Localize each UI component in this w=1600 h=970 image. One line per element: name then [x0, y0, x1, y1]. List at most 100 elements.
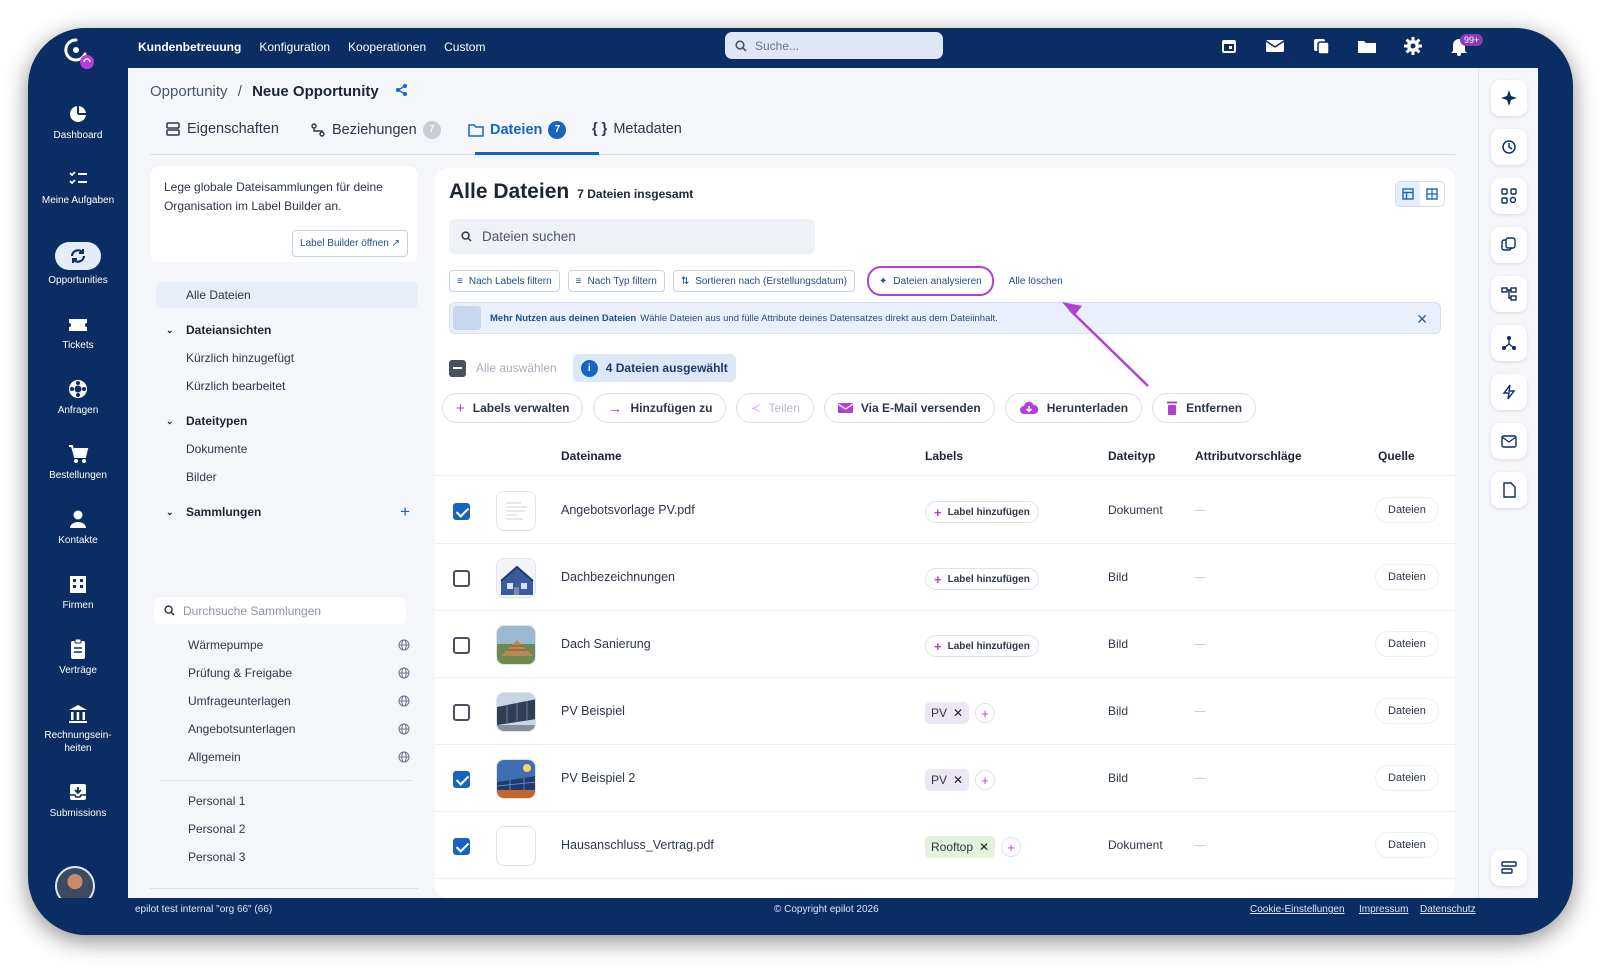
lightning-icon[interactable]: [1491, 374, 1527, 410]
column-header[interactable]: Quelle: [1378, 449, 1415, 463]
filter-by-labels-button[interactable]: ≡ Nach Labels filtern: [449, 270, 560, 292]
table-view-icon[interactable]: [1396, 182, 1420, 206]
tab-eigenschaften[interactable]: Eigenschaften: [165, 121, 279, 137]
collection-item[interactable]: Umfrageunterlagen: [156, 688, 418, 714]
history-icon[interactable]: [1491, 129, 1527, 165]
tree-item-view[interactable]: Kürzlich bearbeitet: [156, 373, 418, 399]
label-builder-button[interactable]: Label Builder öffnen ↗: [292, 230, 408, 257]
collection-item[interactable]: Wärmepumpe: [156, 632, 418, 658]
sort-button[interactable]: ⇅ Sortieren nach (Erstellungsdatum): [672, 270, 855, 292]
topnav-konfiguration[interactable]: Konfiguration: [259, 40, 330, 54]
file-name[interactable]: Angebotsvorlage PV.pdf: [561, 503, 695, 517]
row-checkbox[interactable]: [453, 704, 470, 721]
cookie-settings-link[interactable]: Cookie-Einstellungen: [1250, 904, 1345, 915]
tab-beziehungen[interactable]: Beziehungen 7: [310, 121, 441, 139]
personal-collection-item[interactable]: Personal 1: [156, 788, 418, 814]
nav-opportunities[interactable]: Opportunities: [28, 242, 128, 287]
add-label-button[interactable]: + Label hinzufügen: [925, 635, 1039, 657]
share-icon[interactable]: [395, 83, 409, 97]
network-icon[interactable]: [1491, 325, 1527, 361]
filter-by-type-button[interactable]: ≡ Nach Typ filtern: [567, 270, 665, 292]
download-button[interactable]: Herunterladen: [1004, 393, 1143, 423]
add-label-icon[interactable]: +: [975, 770, 996, 790]
clear-all-button[interactable]: Alle löschen: [1001, 270, 1070, 292]
row-checkbox[interactable]: [453, 570, 470, 587]
add-label-icon[interactable]: +: [975, 703, 996, 723]
nav-submissions[interactable]: Submissions: [28, 781, 128, 820]
tree-item-view[interactable]: Kürzlich hinzugefügt: [156, 345, 418, 371]
add-label-icon[interactable]: +: [1001, 837, 1022, 857]
personal-collection-item[interactable]: Personal 3: [156, 844, 418, 870]
remove-label-icon[interactable]: ✕: [979, 840, 989, 854]
epilot-logo-icon[interactable]: [62, 36, 96, 70]
mail-icon[interactable]: [1491, 423, 1527, 459]
nav-vertraege[interactable]: Verträge: [28, 638, 128, 677]
collections-search-input[interactable]: Durchsuche Sammlungen: [154, 597, 406, 624]
nav-kontakte[interactable]: Kontakte: [28, 508, 128, 547]
file-name[interactable]: Dachbezeichnungen: [561, 570, 675, 584]
global-search-input[interactable]: Suche...: [725, 32, 943, 59]
nav-tickets[interactable]: Tickets: [28, 313, 128, 352]
tree-header-dateiansichten[interactable]: ⌄ Dateiansichten: [156, 317, 418, 343]
add-label-button[interactable]: + Label hinzufügen: [925, 501, 1039, 523]
row-checkbox[interactable]: [453, 771, 470, 788]
column-header[interactable]: Dateityp: [1108, 449, 1155, 463]
table-row[interactable]: Dachbezeichnungen + Label hinzufügen Bild…: [435, 544, 1455, 611]
table-row[interactable]: PV Beispiel 2 PV ✕ + Bild Dateien: [435, 745, 1455, 812]
file-name[interactable]: Hausanschluss_Vertrag.pdf: [561, 838, 714, 852]
personal-collection-item[interactable]: Personal 2: [156, 816, 418, 842]
file-name[interactable]: Dach Sanierung: [561, 637, 651, 651]
remove-button[interactable]: Entfernen: [1152, 393, 1257, 423]
nav-meine-aufgaben[interactable]: Meine Aufgaben: [28, 168, 128, 207]
close-icon[interactable]: ✕: [1416, 311, 1428, 328]
ai-sparkle-icon[interactable]: [1491, 80, 1527, 116]
tree-header-dateitypen[interactable]: ⌄ Dateitypen: [156, 408, 418, 434]
column-header[interactable]: Attributvorschläge: [1195, 449, 1302, 463]
document-icon[interactable]: [1491, 472, 1527, 508]
select-all-checkbox[interactable]: [449, 359, 466, 377]
remove-label-icon[interactable]: ✕: [953, 706, 963, 720]
tree-item-type[interactable]: Bilder: [156, 464, 418, 490]
tree-header-sammlungen[interactable]: ⌄ Sammlungen +: [156, 499, 418, 525]
row-checkbox[interactable]: [453, 503, 470, 520]
copy-icon[interactable]: [1491, 227, 1527, 263]
send-email-button[interactable]: Via E-Mail versenden: [823, 393, 995, 423]
collection-item[interactable]: Allgemein: [156, 744, 418, 770]
hierarchy-icon[interactable]: [1491, 276, 1527, 312]
breadcrumb-parent[interactable]: Opportunity: [150, 83, 228, 100]
grid-view-icon[interactable]: [1420, 182, 1444, 206]
add-label-button[interactable]: + Label hinzufügen: [925, 568, 1039, 590]
manage-labels-button[interactable]: + Labels verwalten: [442, 393, 584, 423]
tab-dateien[interactable]: Dateien 7: [468, 121, 567, 139]
add-to-button[interactable]: → Hinzufügen zu: [593, 393, 727, 423]
impressum-link[interactable]: Impressum: [1359, 904, 1408, 915]
row-checkbox[interactable]: [453, 838, 470, 855]
copy-icon[interactable]: [1310, 35, 1332, 57]
collection-item[interactable]: Prüfung & Freigabe: [156, 660, 418, 686]
select-all-label[interactable]: Alle auswählen: [476, 361, 557, 375]
nav-rechnungseinheiten[interactable]: Rechnungsein-heiten: [28, 703, 128, 755]
topnav-kooperationen[interactable]: Kooperationen: [348, 40, 426, 54]
tree-item-alle-dateien[interactable]: Alle Dateien: [156, 282, 418, 308]
apps-search-icon[interactable]: [1491, 178, 1527, 214]
tree-item-type[interactable]: Dokumente: [156, 436, 418, 462]
share-button[interactable]: ≺ Teilen: [736, 393, 814, 423]
tab-metadaten[interactable]: { } Metadaten: [592, 121, 682, 137]
calendar-icon[interactable]: [1218, 35, 1240, 57]
topnav-kundenbetreuung[interactable]: Kundenbetreuung: [138, 40, 241, 54]
gear-icon[interactable]: [1402, 35, 1424, 57]
collection-item[interactable]: Angebotsunterlagen: [156, 716, 418, 742]
mail-icon[interactable]: [1264, 35, 1286, 57]
nav-dashboard[interactable]: Dashboard: [28, 103, 128, 142]
column-header[interactable]: Dateiname: [561, 449, 622, 463]
topnav-custom[interactable]: Custom: [444, 40, 485, 54]
add-collection-icon[interactable]: +: [400, 502, 410, 522]
layout-settings-icon[interactable]: [1491, 850, 1527, 886]
table-row[interactable]: Hausanschluss_Vertrag.pdf Rooftop ✕ + Doku…: [435, 812, 1455, 879]
nav-anfragen[interactable]: Anfragen: [28, 378, 128, 417]
remove-label-icon[interactable]: ✕: [953, 773, 963, 787]
folder-icon[interactable]: [1356, 35, 1378, 57]
table-row[interactable]: Dach Sanierung + Label hinzufügen Bild Da…: [435, 611, 1455, 678]
file-search-input[interactable]: Dateien suchen: [449, 219, 815, 254]
privacy-link[interactable]: Datenschutz: [1420, 904, 1476, 915]
